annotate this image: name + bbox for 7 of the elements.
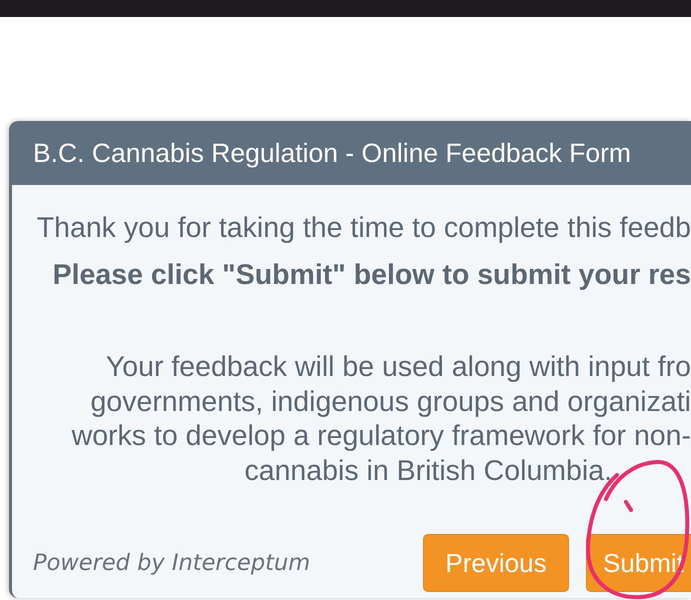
nav-button[interactable]: Previous: [423, 534, 569, 592]
intro-text: Thank you for taking the time to complete this feedb: [36, 211, 691, 245]
nav-button[interactable]: Submit: [586, 534, 691, 592]
message-text: Your feedback will be used along with input fro governments, indigenous groups and organizati works to develop a regulatory framework for non- cannabis in British Columbia.: [70, 350, 691, 488]
instruction-text: Please click "Submit" below to submit your res: [52, 258, 691, 292]
dialog-title: B.C. Cannabis Regulation - Online Feedback Form: [33, 138, 632, 168]
powered-by-text: Powered by Interceptum: [33, 550, 310, 576]
